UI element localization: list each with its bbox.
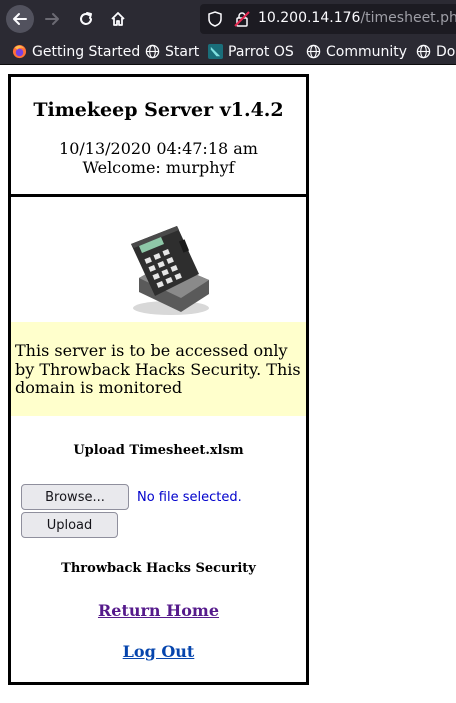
firefox-icon <box>12 44 27 59</box>
url-bar[interactable]: 10.200.14.176/timesheet.php <box>200 4 456 34</box>
globe-icon <box>416 44 431 59</box>
welcome-message: Welcome: murphyf <box>82 158 235 177</box>
bookmark-label: Getting Started <box>32 43 141 60</box>
logout-link[interactable]: Log Out <box>11 642 306 661</box>
home-button[interactable] <box>104 5 132 33</box>
bookmark-label: Parrot OS <box>228 43 294 60</box>
url-text: 10.200.14.176/timesheet.php <box>258 10 456 26</box>
parrot-icon <box>208 44 223 59</box>
bookmark-start[interactable]: Start <box>145 42 199 61</box>
reload-button[interactable] <box>72 5 100 33</box>
file-status-text: No file selected. <box>137 489 242 505</box>
page-title: Timekeep Server v1.4.2 <box>33 99 284 121</box>
bookmark-docs[interactable]: Doc <box>416 42 456 61</box>
forward-button[interactable] <box>38 5 66 33</box>
timekeep-panel: Timekeep Server v1.4.2 10/13/2020 04:47:… <box>8 74 309 685</box>
time-clock-terminal-image <box>131 226 209 315</box>
header-section: Timekeep Server v1.4.2 10/13/2020 04:47:… <box>11 77 306 197</box>
notice-section: This server is to be accessed only by Th… <box>11 200 306 416</box>
upload-heading: Upload Timesheet.xlsm <box>73 443 244 458</box>
company-name: Throwback Hacks Security <box>61 561 256 576</box>
current-datetime: 10/13/2020 04:47:18 am <box>59 139 258 158</box>
browse-button[interactable]: Browse... <box>21 484 129 510</box>
bookmark-getting-started[interactable]: Getting Started <box>12 42 140 61</box>
arrow-left-icon <box>13 13 27 25</box>
bookmark-label: Doc <box>436 43 456 60</box>
bookmark-label: Start <box>165 43 200 60</box>
bookmarks-toolbar: Getting Started Start Parrot OS Communit… <box>0 38 456 65</box>
url-host: 10.200.14.176 <box>258 10 361 26</box>
bookmark-label: Community <box>326 43 408 60</box>
url-path: /timesheet.php <box>360 10 456 26</box>
bookmark-parrot-os[interactable]: Parrot OS <box>208 42 294 61</box>
globe-icon <box>145 44 160 59</box>
upload-section: Upload Timesheet.xlsm Browse... No file … <box>11 419 306 682</box>
back-button[interactable] <box>6 5 34 33</box>
bookmark-community[interactable]: Community <box>306 42 407 61</box>
shield-icon[interactable] <box>208 11 222 27</box>
reload-icon <box>80 12 92 25</box>
return-home-link[interactable]: Return Home <box>11 601 306 620</box>
globe-icon <box>306 44 321 59</box>
upload-button[interactable]: Upload <box>21 512 118 538</box>
access-notice: This server is to be accessed only by Th… <box>11 322 306 416</box>
browser-toolbar: 10.200.14.176/timesheet.php <box>0 0 456 38</box>
insecure-lock-icon[interactable] <box>234 11 250 27</box>
home-icon <box>111 12 125 26</box>
arrow-right-icon <box>45 13 59 25</box>
file-input[interactable]: Browse... No file selected. <box>21 484 242 510</box>
